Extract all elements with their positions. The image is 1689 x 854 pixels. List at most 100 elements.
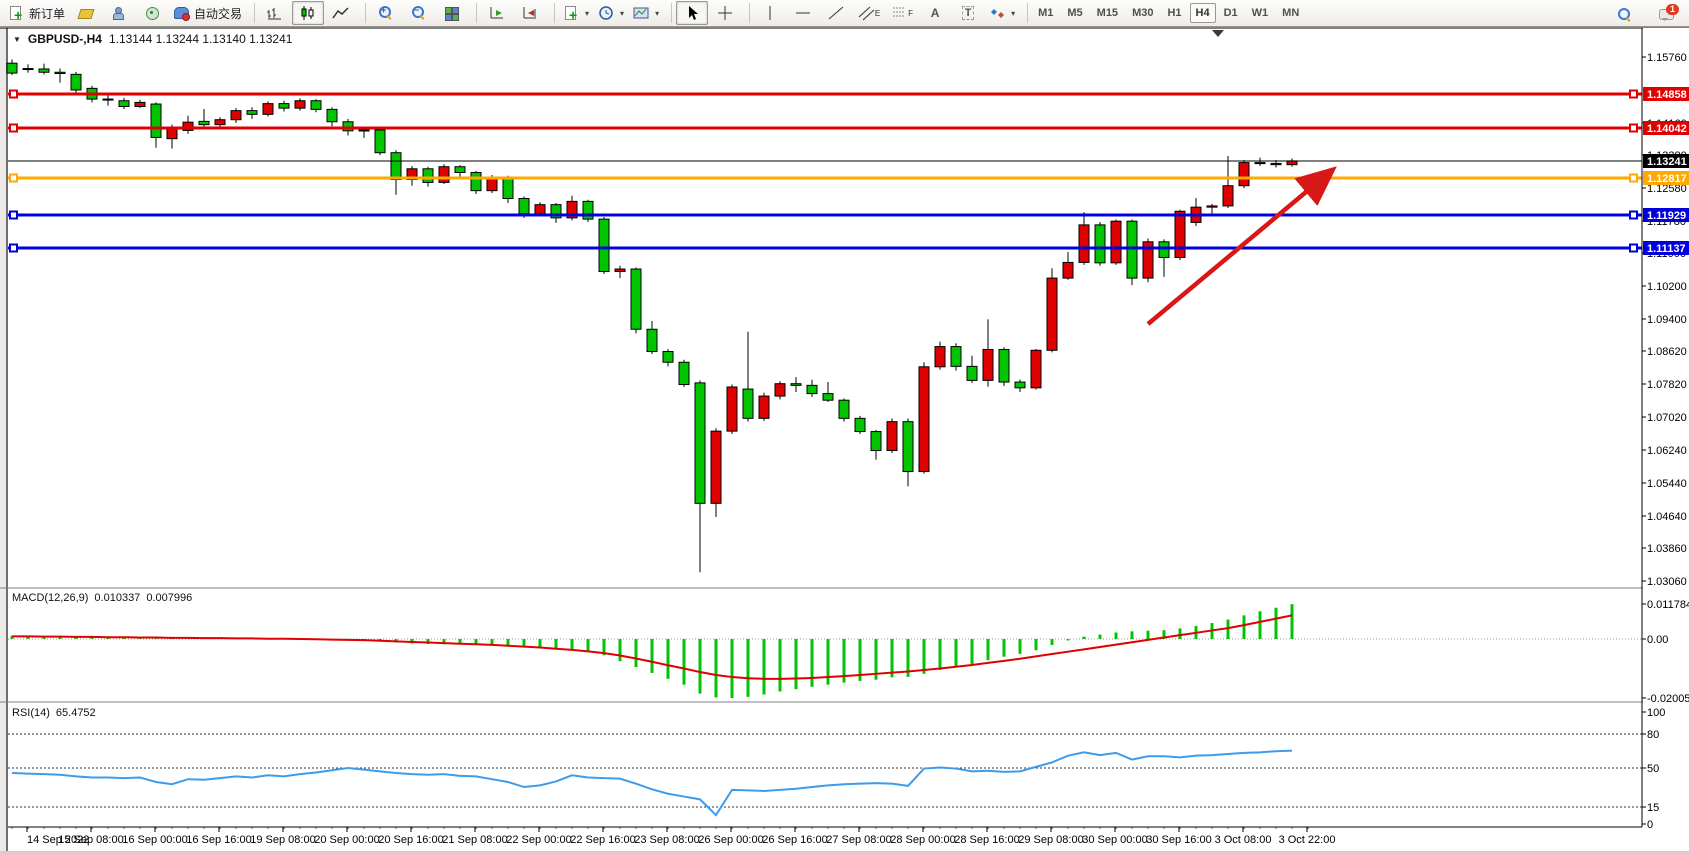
text-label-tool-button[interactable]: T [952,1,984,25]
templates-button[interactable]: ▾ [629,1,663,25]
time-axis-label: 22 Sep 00:00 [506,834,571,846]
fibonacci-tool-button[interactable]: F [886,1,918,25]
timeframe-button-mn[interactable]: MN [1276,3,1305,23]
macd-axis-label: 0.00 [1647,634,1668,646]
timeframe-button-m30[interactable]: M30 [1126,3,1159,23]
bear-candle [455,167,465,173]
bull-candle [1031,350,1041,388]
toolbar-separator [664,3,672,23]
bull-candle [1223,186,1233,206]
time-axis-label: 29 Sep 08:00 [1018,834,1083,846]
timeframe-button-w1[interactable]: W1 [1246,3,1275,23]
bull-candle [359,130,369,131]
bear-candle [807,385,817,393]
charts-list-icon [77,5,95,21]
chat-icon: 1 [1658,7,1676,23]
bear-candle [247,111,257,115]
new-chart-button[interactable]: + ▾ [559,1,593,25]
rsi-axis-label: 50 [1647,763,1659,775]
line-chart-button[interactable] [325,1,357,25]
search-button[interactable] [1609,3,1641,27]
line-anchor-marker [10,91,17,98]
chart-ohlc-values: 1.13144 1.13244 1.13140 1.13241 [109,32,293,46]
chart-plot-area[interactable]: 1.157601.141601.133801.125801.117801.110… [0,0,1689,854]
channel-tool-button[interactable]: E [853,1,885,25]
bar-chart-button[interactable] [259,1,291,25]
timeframe-button-m1[interactable]: M1 [1032,3,1059,23]
line-anchor-marker [10,212,17,219]
toolbar: + 新订单 自动交易 + [0,0,1689,27]
autotrading-button[interactable]: 自动交易 [169,1,246,25]
new-order-icon: + [8,5,26,21]
rsi-axis-label: 100 [1647,707,1665,719]
tile-windows-icon [443,5,461,21]
chevron-down-icon: ▾ [620,9,624,18]
timeframe-button-h1[interactable]: H1 [1161,3,1187,23]
bear-candle [71,74,81,90]
auto-scroll-button[interactable] [481,1,513,25]
signals-icon [143,5,161,21]
vertical-line-tool-button[interactable] [754,1,786,25]
chart-expander-icon[interactable]: ▼ [13,35,21,44]
toolbar-separator [247,3,255,23]
bear-candle [1159,242,1169,258]
horizontal-line-tool-button[interactable] [787,1,819,25]
bear-candle [743,389,753,418]
price-axis-tick-label: 1.04640 [1647,511,1687,523]
arrows-tool-button[interactable]: ▾ [985,1,1019,25]
timeframe-button-d1[interactable]: D1 [1218,3,1244,23]
time-axis-label: 16 Sep 16:00 [186,834,251,846]
bear-candle [839,400,849,418]
toolbar-separator [742,3,750,23]
price-axis-tick-label: 1.09400 [1647,314,1687,326]
chart-shift-button[interactable] [514,1,546,25]
price-axis-tick-label: 1.05440 [1647,478,1687,490]
macd-name: MACD(12,26,9) [12,592,88,604]
price-axis-tick-label: 1.15760 [1647,52,1687,64]
candlestick-chart-button[interactable] [292,1,324,25]
tile-windows-button[interactable] [436,1,468,25]
bear-candle [967,366,977,380]
text-tool-button[interactable]: A [919,1,951,25]
text-tool-glyph: A [931,6,940,20]
bear-candle [855,418,865,431]
market-watch-button[interactable] [103,1,135,25]
bull-candle [135,102,145,106]
bull-candle [935,347,945,367]
zoom-out-button[interactable]: − [403,1,435,25]
bull-candle [775,384,785,396]
crosshair-tool-button[interactable] [709,1,741,25]
new-order-button[interactable]: + 新订单 [4,1,69,25]
price-level-label: 1.13241 [1647,156,1687,168]
bull-candle [887,422,897,451]
chat-button[interactable]: 1 [1651,3,1683,27]
price-axis-tick-label: 1.07820 [1647,379,1687,391]
zoom-in-button[interactable]: + [370,1,402,25]
time-axis-label: 20 Sep 16:00 [378,834,443,846]
zoom-in-icon: + [377,5,395,21]
toolbar-separator [469,3,477,23]
bear-candle [871,432,881,451]
trendline-tool-button[interactable] [820,1,852,25]
price-level-label: 1.14858 [1647,89,1687,101]
time-axis-label: 28 Sep 16:00 [954,834,1019,846]
timeframe-button-m5[interactable]: M5 [1061,3,1088,23]
signals-button[interactable] [136,1,168,25]
timeframe-button-h4[interactable]: H4 [1190,3,1216,23]
bull-candle [231,111,241,120]
timeframe-button-m15[interactable]: M15 [1091,3,1124,23]
bear-candle [951,347,961,367]
bear-candle [23,69,33,70]
charts-list-button[interactable] [70,1,102,25]
time-axis-label: 21 Sep 08:00 [442,834,507,846]
bull-candle [759,396,769,418]
bull-candle [295,101,305,108]
periodicity-button[interactable]: ▾ [594,1,628,25]
toolbar-separator [547,3,555,23]
bull-candle [439,167,449,183]
macd-axis-label: -0.020054 [1647,693,1689,705]
fibonacci-icon [891,5,909,21]
cursor-tool-button[interactable] [676,1,708,25]
new-order-label: 新订单 [29,5,65,22]
bear-candle [631,269,641,329]
